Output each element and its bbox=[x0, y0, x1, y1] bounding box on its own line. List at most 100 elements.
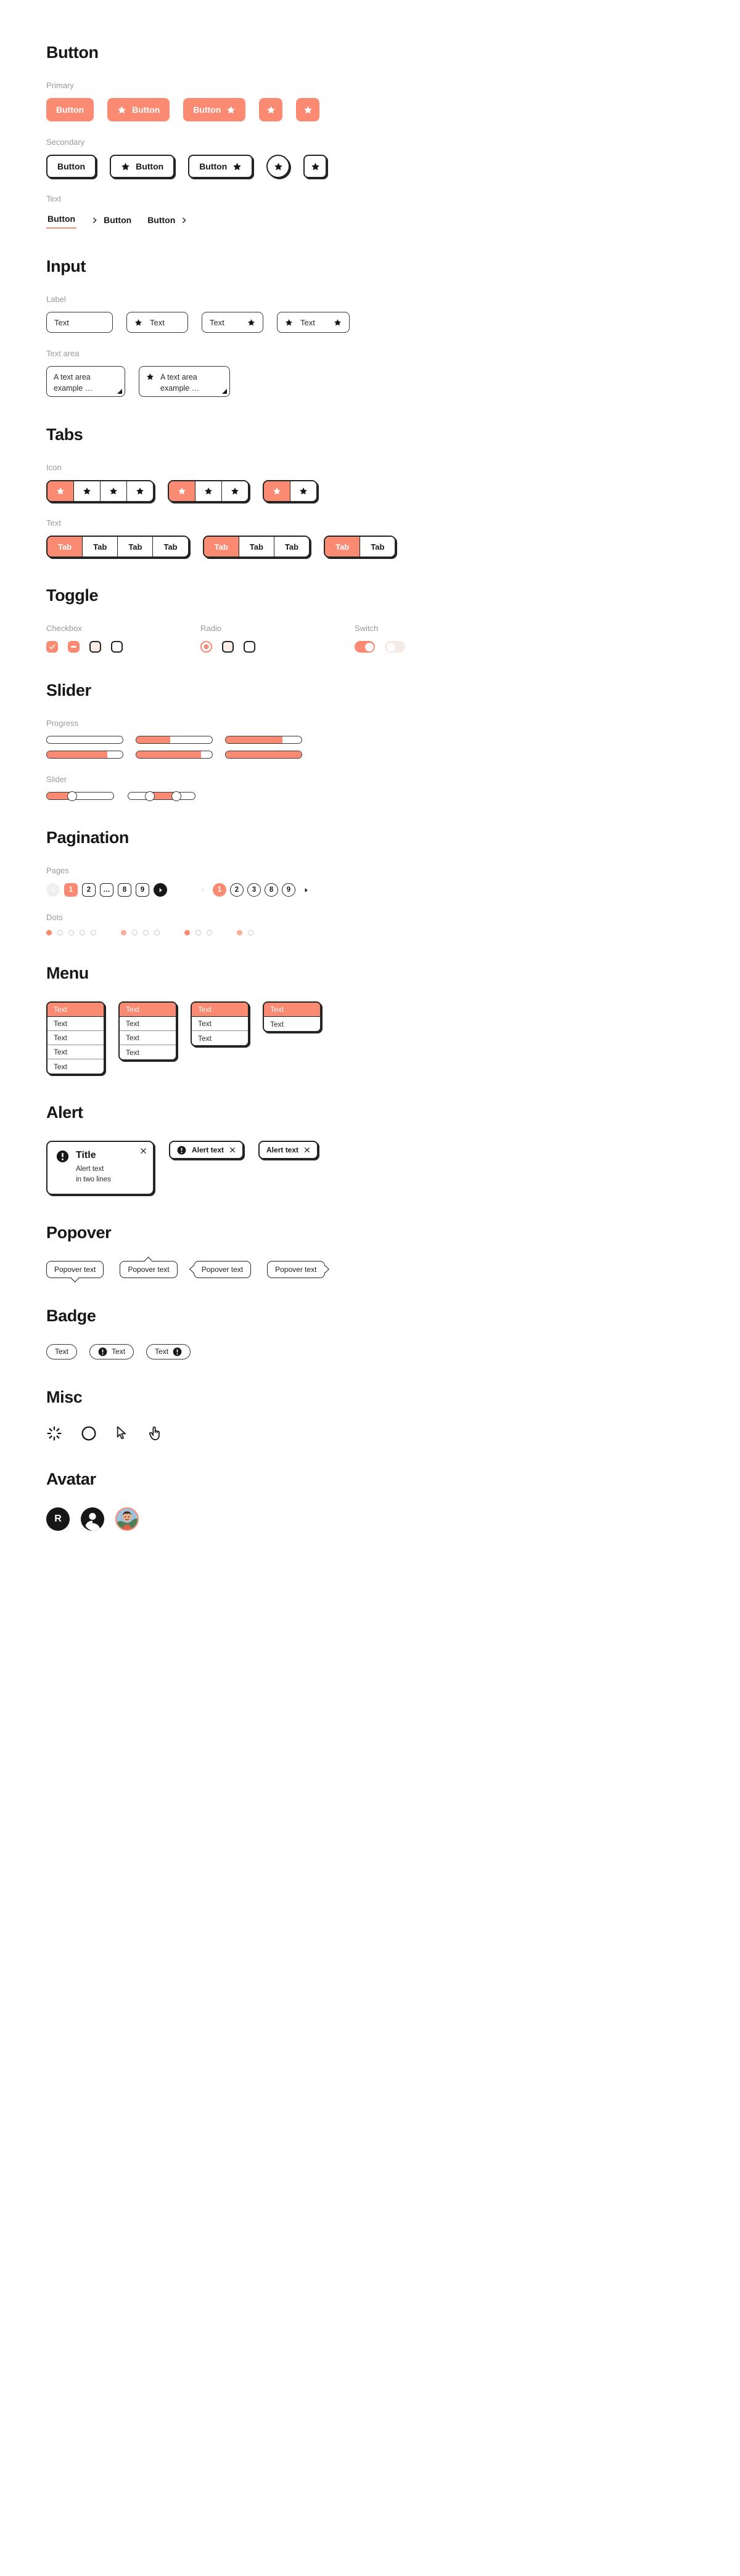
text-input-plain[interactable]: Text bbox=[46, 312, 113, 333]
tab-text-2[interactable]: Tab bbox=[118, 537, 154, 556]
slider-thumb[interactable] bbox=[67, 791, 78, 801]
secondary-button-icon-only-2[interactable] bbox=[303, 155, 327, 178]
avatar-initial[interactable]: R bbox=[46, 1507, 70, 1531]
popover-arrow-top[interactable]: Popover text bbox=[120, 1256, 178, 1278]
textarea-icon-leading[interactable]: A text area example … bbox=[139, 366, 230, 397]
pagination-page-9[interactable]: 9 bbox=[282, 883, 295, 897]
pagination-next-button[interactable] bbox=[299, 883, 313, 897]
menu-item-4[interactable]: Text bbox=[47, 1059, 104, 1074]
progress-bar-85[interactable] bbox=[136, 751, 213, 759]
switch-on[interactable] bbox=[355, 641, 375, 653]
badge-plain[interactable]: Text bbox=[46, 1343, 78, 1359]
tab-text-1[interactable]: Tab bbox=[360, 537, 395, 556]
primary-button-plain[interactable]: Button bbox=[46, 98, 94, 121]
dot[interactable] bbox=[154, 930, 160, 935]
text-button-chevron-trailing[interactable]: Button bbox=[146, 213, 189, 227]
menu-item-2[interactable]: Text bbox=[47, 1031, 104, 1045]
close-icon[interactable] bbox=[229, 1147, 236, 1153]
dot-active[interactable] bbox=[46, 930, 52, 935]
menu-item-0[interactable]: Text bbox=[120, 1003, 176, 1017]
primary-button-icon-leading[interactable]: Button bbox=[107, 98, 170, 121]
pagination-prev-button[interactable] bbox=[46, 883, 60, 897]
progress-bar-45[interactable] bbox=[136, 736, 213, 744]
menu-item-0[interactable]: Text bbox=[192, 1003, 248, 1017]
dot[interactable] bbox=[68, 930, 74, 935]
secondary-button-plain[interactable]: Button bbox=[46, 155, 97, 178]
slider-range[interactable] bbox=[128, 791, 195, 801]
tab-icon-1[interactable] bbox=[195, 481, 222, 501]
primary-button-icon-only[interactable] bbox=[259, 98, 283, 121]
secondary-button-icon-leading[interactable]: Button bbox=[110, 155, 175, 178]
pagination-page-8[interactable]: 8 bbox=[118, 883, 131, 897]
menu-item-3[interactable]: Text bbox=[120, 1045, 176, 1059]
text-input-icon-leading[interactable]: Text bbox=[126, 312, 188, 333]
progress-bar-80[interactable] bbox=[46, 751, 123, 759]
text-button-underlined[interactable]: Button bbox=[46, 211, 77, 229]
checkbox-hover[interactable] bbox=[89, 641, 101, 653]
badge-icon-trailing[interactable]: Text bbox=[146, 1343, 191, 1359]
tab-icon-0[interactable] bbox=[47, 481, 74, 501]
pagination-next-button[interactable] bbox=[154, 883, 167, 897]
dot-active[interactable] bbox=[121, 930, 126, 935]
checkbox-unchecked[interactable] bbox=[111, 641, 123, 653]
pagination-page-9[interactable]: 9 bbox=[136, 883, 149, 897]
tab-icon-1[interactable] bbox=[290, 481, 316, 501]
menu-item-2[interactable]: Text bbox=[192, 1031, 248, 1045]
tab-text-3[interactable]: Tab bbox=[153, 537, 188, 556]
menu-item-3[interactable]: Text bbox=[47, 1045, 104, 1059]
tab-icon-2[interactable] bbox=[101, 481, 127, 501]
tab-icon-1[interactable] bbox=[74, 481, 101, 501]
resize-grip-icon[interactable] bbox=[222, 389, 227, 394]
menu-item-1[interactable]: Text bbox=[264, 1017, 320, 1031]
resize-grip-icon[interactable] bbox=[117, 389, 122, 394]
pagination-page-2[interactable]: 2 bbox=[82, 883, 96, 897]
tab-text-0[interactable]: Tab bbox=[204, 537, 239, 556]
checkbox-checked[interactable] bbox=[46, 641, 58, 653]
menu-item-1[interactable]: Text bbox=[47, 1017, 104, 1031]
primary-button-icon-trailing[interactable]: Button bbox=[183, 98, 246, 121]
textarea-plain[interactable]: A text area example … bbox=[46, 366, 125, 397]
checkbox-indeterminate[interactable] bbox=[68, 641, 80, 653]
radio-selected[interactable] bbox=[200, 641, 212, 653]
dot[interactable] bbox=[91, 930, 96, 935]
text-input-icon-both[interactable]: Text bbox=[277, 312, 350, 333]
dot-active[interactable] bbox=[184, 930, 190, 935]
pagination-prev-button[interactable] bbox=[195, 883, 209, 897]
dot[interactable] bbox=[195, 930, 201, 935]
secondary-button-icon-only[interactable] bbox=[266, 155, 290, 178]
popover-arrow-left[interactable]: Popover text bbox=[189, 1260, 252, 1278]
avatar-photo[interactable] bbox=[115, 1507, 139, 1531]
menu-item-1[interactable]: Text bbox=[120, 1017, 176, 1031]
tab-icon-2[interactable] bbox=[222, 481, 248, 501]
tab-icon-0[interactable] bbox=[169, 481, 195, 501]
menu-item-1[interactable]: Text bbox=[192, 1017, 248, 1031]
text-button-chevron-leading[interactable]: Button bbox=[90, 213, 133, 227]
pagination-page-3[interactable]: 3 bbox=[247, 883, 261, 897]
dot[interactable] bbox=[57, 930, 63, 935]
dot[interactable] bbox=[80, 930, 85, 935]
dot[interactable] bbox=[143, 930, 149, 935]
pagination-page-2[interactable]: 2 bbox=[230, 883, 244, 897]
tab-text-1[interactable]: Tab bbox=[83, 537, 118, 556]
radio-unselected[interactable] bbox=[244, 641, 255, 653]
menu-item-0[interactable]: Text bbox=[47, 1003, 104, 1017]
dot[interactable] bbox=[248, 930, 253, 935]
tab-text-0[interactable]: Tab bbox=[325, 537, 361, 556]
dot-active[interactable] bbox=[237, 930, 242, 935]
avatar-silhouette[interactable] bbox=[81, 1507, 104, 1531]
badge-icon-leading[interactable]: Text bbox=[89, 1343, 134, 1359]
radio-hover[interactable] bbox=[222, 641, 234, 653]
menu-item-2[interactable]: Text bbox=[120, 1031, 176, 1045]
pagination-ellipsis[interactable]: … bbox=[100, 883, 113, 897]
tab-text-1[interactable]: Tab bbox=[239, 537, 274, 556]
menu-item-0[interactable]: Text bbox=[264, 1003, 320, 1017]
close-icon[interactable] bbox=[304, 1147, 310, 1153]
slider-thumb-upper[interactable] bbox=[171, 791, 181, 801]
tab-icon-0[interactable] bbox=[264, 481, 290, 501]
popover-arrow-bottom[interactable]: Popover text bbox=[46, 1260, 104, 1282]
tab-text-0[interactable]: Tab bbox=[47, 537, 83, 556]
progress-bar-75[interactable] bbox=[225, 736, 302, 744]
dot[interactable] bbox=[207, 930, 212, 935]
tab-icon-3[interactable] bbox=[127, 481, 153, 501]
switch-off[interactable] bbox=[385, 641, 405, 653]
